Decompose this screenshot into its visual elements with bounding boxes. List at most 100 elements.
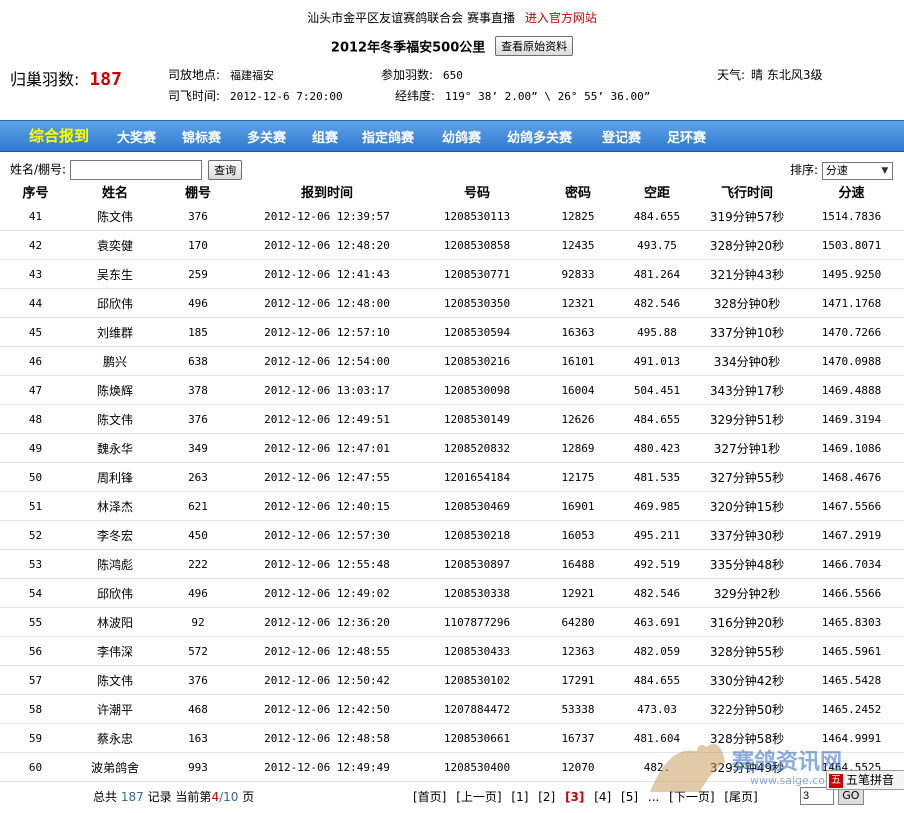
table-cell: 496 (159, 288, 237, 318)
nav-item-grand-prize[interactable]: 大奖赛 (117, 127, 156, 146)
table-cell: 463.691 (619, 607, 695, 637)
table-cell: 495.211 (619, 520, 695, 550)
table-cell: 482. (619, 752, 695, 782)
page-total: /10 (219, 790, 239, 804)
page-link-4[interactable]: [4] (594, 790, 611, 804)
nav-item-registration[interactable]: 登记赛 (602, 127, 641, 146)
ime-toolbar[interactable]: 五五笔拼音 (826, 770, 904, 790)
table-cell: 1469.4888 (799, 375, 904, 405)
page-first[interactable]: [首页] (413, 790, 446, 804)
sort-select[interactable]: 分速 ▼ (821, 161, 893, 180)
table-cell: 64280 (537, 607, 619, 637)
current-page-label: 当前第 (175, 790, 212, 804)
table-row: 55 林波阳 92 2012-12-06 12:36:20 1107877296 6428… (0, 607, 904, 637)
page-last[interactable]: [尾页] (724, 790, 757, 804)
table-cell: 1208530771 (417, 259, 537, 289)
view-raw-button[interactable]: 查看原始资料 (495, 36, 574, 56)
participants-label: 参加羽数: (381, 68, 434, 82)
table-cell: 1208530858 (417, 230, 537, 260)
page-link-3[interactable]: [3] (565, 790, 584, 804)
official-site-link[interactable]: 进入官方网站 (525, 11, 597, 25)
nav-item-multi-stage[interactable]: 多关赛 (247, 127, 286, 146)
weather: 天气: 晴 东北风3级 (717, 66, 823, 83)
table-cell: 1468.4676 (799, 462, 904, 492)
search-bar: 姓名/棚号: 查询 (10, 160, 243, 180)
table-cell: 陈文伟 (71, 665, 159, 695)
query-button[interactable]: 查询 (208, 160, 243, 180)
header-top: 汕头市金平区友谊赛鸽联合会 赛事直播 进入官方网站 (0, 9, 904, 26)
table-row: 49 魏永华 349 2012-12-06 12:47:01 1208520832 128… (0, 433, 904, 463)
sort-control: 排序: 分速 ▼ (790, 161, 893, 180)
table-cell: 319分钟57秒 (695, 202, 799, 231)
table-cell: 335分钟48秒 (695, 549, 799, 579)
page-next[interactable]: [下一页] (669, 790, 714, 804)
table-cell: 222 (159, 549, 237, 579)
table-cell: 621 (159, 491, 237, 521)
table-cell: 魏永华 (71, 433, 159, 463)
table-cell: 51 (0, 491, 71, 521)
table-row: 46 鹏兴 638 2012-12-06 12:54:00 1208530216 1610… (0, 346, 904, 376)
table-cell: 2012-12-06 12:57:10 (237, 317, 417, 347)
table-cell: 1208530661 (417, 723, 537, 753)
nav-item-young-bird[interactable]: 幼鸽赛 (442, 127, 481, 146)
total-prefix: 总共 (93, 790, 118, 804)
col-header: 号码 (463, 185, 490, 201)
nav-item-designated[interactable]: 指定鸽赛 (362, 127, 414, 146)
table-row: 58 许潮平 468 2012-12-06 12:42:50 1207884472 533… (0, 694, 904, 724)
live-label: 赛事直播 (466, 11, 515, 25)
category-navbar: 综合报到 大奖赛 锦标赛 多关赛 组赛 指定鸽赛 幼鸽赛 幼鸽多关赛 登记赛 足… (0, 120, 904, 152)
nav-item-championship[interactable]: 锦标赛 (182, 127, 221, 146)
table-cell: 50 (0, 462, 71, 492)
record-summary: 总共 187 记录 当前第4/10 页 (93, 788, 254, 805)
records-label: 记录 (147, 790, 172, 804)
table-cell: 495.88 (619, 317, 695, 347)
table-cell: 59 (0, 723, 71, 753)
table-cell: 481.535 (619, 462, 695, 492)
table-cell: 16363 (537, 317, 619, 347)
table-cell: 56 (0, 636, 71, 666)
table-cell: 1208530102 (417, 665, 537, 695)
page-link-5[interactable]: [5] (621, 790, 638, 804)
table-cell: 17291 (537, 665, 619, 695)
table-cell: 468 (159, 694, 237, 724)
table-cell: 陈鸿彪 (71, 549, 159, 579)
page-link-1[interactable]: [1] (511, 790, 528, 804)
table-cell: 473.03 (619, 694, 695, 724)
table-cell: 1208530897 (417, 549, 537, 579)
table-cell: 陈文伟 (71, 404, 159, 434)
page-prev[interactable]: [上一页] (456, 790, 501, 804)
table-row: 60 波弟鸽舍 993 2012-12-06 12:49:49 1208530400 12… (0, 752, 904, 782)
table-cell: 57 (0, 665, 71, 695)
table-row: 54 邱欣伟 496 2012-12-06 12:49:02 1208530338 129… (0, 578, 904, 608)
table-cell: 林泽杰 (71, 491, 159, 521)
table-cell: 1208530400 (417, 752, 537, 782)
page-link-2[interactable]: [2] (538, 790, 555, 804)
search-input[interactable] (70, 160, 203, 180)
table-cell: 1467.5566 (799, 491, 904, 521)
table-cell: 1208530216 (417, 346, 537, 376)
table-row: 56 李伟深 572 2012-12-06 12:48:55 1208530433 123… (0, 636, 904, 666)
col-header: 姓名 (101, 185, 128, 201)
nav-item-group[interactable]: 组赛 (312, 127, 338, 146)
table-cell: 1466.5566 (799, 578, 904, 608)
table-cell: 52 (0, 520, 71, 550)
table-cell: 504.451 (619, 375, 695, 405)
weather-label: 天气: (717, 68, 746, 82)
go-button[interactable]: GO (837, 788, 864, 805)
nav-item-ring[interactable]: 足环赛 (667, 127, 706, 146)
table-cell: 2012-12-06 12:48:55 (237, 636, 417, 666)
total-count: 187 (120, 790, 144, 804)
table-cell: 2012-12-06 12:47:01 (237, 433, 417, 463)
search-label: 姓名/棚号: (10, 162, 67, 177)
homing-label: 归巢羽数: (10, 70, 80, 89)
current-page: 4 (211, 790, 220, 804)
ime-label: 五笔拼音 (846, 773, 895, 787)
table-cell: 12363 (537, 636, 619, 666)
nav-item-overall[interactable]: 综合报到 (29, 125, 89, 146)
table-cell: 1208530338 (417, 578, 537, 608)
table-cell: 16901 (537, 491, 619, 521)
table-cell: 2012-12-06 12:39:57 (237, 202, 417, 231)
col-header: 空距 (643, 185, 670, 201)
table-cell: 48 (0, 404, 71, 434)
nav-item-young-multi-stage[interactable]: 幼鸽多关赛 (507, 127, 572, 146)
